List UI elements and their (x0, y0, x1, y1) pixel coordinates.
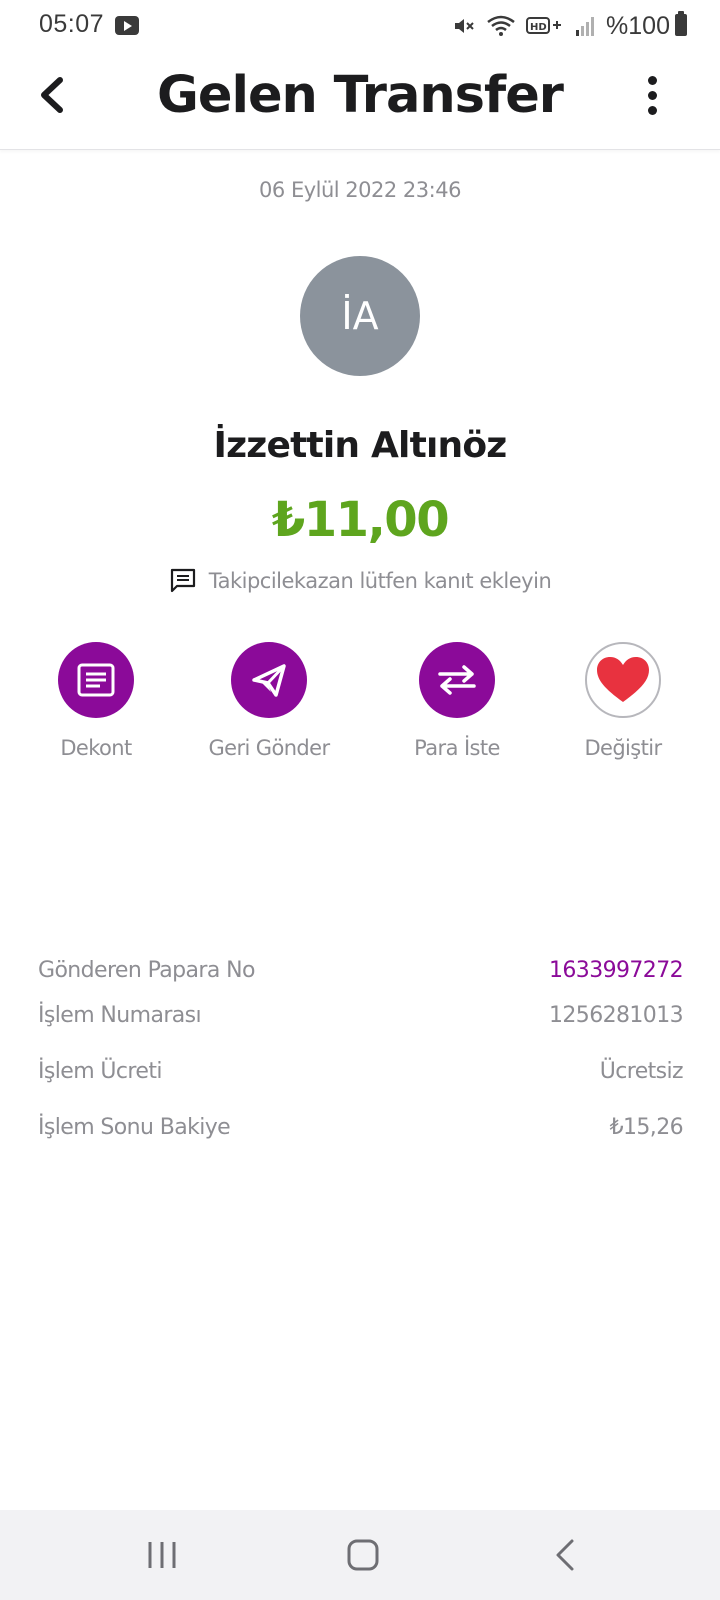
sender-name: İzzettin Altınöz (213, 425, 508, 466)
detail-row-fee: İşlem Ücreti Ücretsiz (38, 1046, 684, 1096)
battery-percent: %100 (606, 11, 670, 40)
receipt-icon (77, 663, 115, 697)
transaction-amount: ₺11,00 (271, 492, 450, 548)
send-icon (252, 664, 286, 697)
app-header: Gelen Transfer (0, 52, 720, 150)
system-back-button[interactable] (536, 1532, 596, 1578)
avatar: İA (300, 256, 420, 376)
request-money-button[interactable]: Para İste (377, 642, 537, 760)
favorite-button-label: Değiştir (584, 736, 662, 760)
more-dot (647, 106, 657, 115)
transaction-details: Gönderen Papara No 1633997272 İşlem Numa… (38, 950, 684, 1152)
message-icon (170, 568, 195, 593)
chevron-left-icon (556, 1539, 574, 1571)
signal-icon (576, 17, 595, 36)
receipt-button-label: Dekont (60, 736, 132, 760)
svg-text:HD: HD (530, 22, 547, 33)
wifi-icon (487, 15, 515, 36)
transaction-date: 06 Eylül 2022 23:46 (259, 178, 461, 202)
swap-arrows-icon (438, 665, 476, 695)
recent-apps-button[interactable] (132, 1532, 192, 1578)
receipt-button[interactable]: Dekont (16, 642, 176, 760)
send-back-button[interactable]: Geri Gönder (189, 642, 349, 760)
sender-account-number[interactable]: 1633997272 (549, 958, 684, 983)
page-title: Gelen Transfer (157, 66, 564, 125)
detail-label: İşlem Ücreti (38, 1058, 162, 1084)
post-transaction-balance: ₺15,26 (609, 1114, 684, 1140)
note-text: Takipcilekazan lütfen kanıt ekleyin (208, 569, 552, 593)
youtube-notification-icon (115, 16, 139, 35)
transaction-fee: Ücretsiz (599, 1058, 684, 1084)
request-money-button-circle[interactable] (419, 642, 495, 718)
home-icon (347, 1539, 379, 1571)
hd-volte-icon: HD (526, 17, 562, 34)
favorite-toggle-button[interactable]: Değiştir (543, 642, 703, 760)
detail-row-sender-no: Gönderen Papara No 1633997272 (38, 950, 684, 990)
action-bar: Dekont Geri Gönder Para İste Değiştir (0, 642, 720, 772)
home-button[interactable] (333, 1532, 393, 1578)
status-bar: 05:07 HD %100 (0, 0, 720, 52)
mute-icon (455, 19, 474, 33)
receipt-button-circle[interactable] (58, 642, 134, 718)
more-vertical-icon (647, 76, 657, 85)
heart-icon (597, 657, 649, 702)
request-money-button-label: Para İste (414, 736, 500, 760)
detail-label: İşlem Sonu Bakiye (38, 1114, 231, 1140)
detail-label: İşlem Numarası (38, 1002, 202, 1028)
transaction-number: 1256281013 (549, 1002, 684, 1028)
detail-row-balance: İşlem Sonu Bakiye ₺15,26 (38, 1102, 684, 1152)
detail-row-transaction-no: İşlem Numarası 1256281013 (38, 990, 684, 1040)
status-time: 05:07 (39, 10, 105, 38)
detail-label: Gönderen Papara No (38, 957, 255, 983)
send-back-button-label: Geri Gönder (208, 736, 330, 760)
system-navigation-bar (0, 1510, 720, 1600)
more-dot (647, 91, 657, 100)
battery-icon (675, 11, 687, 36)
send-back-button-circle[interactable] (231, 642, 307, 718)
transaction-note: Takipcilekazan lütfen kanıt ekleyin (0, 568, 720, 594)
favorite-button-circle[interactable] (585, 642, 661, 718)
recents-icon (148, 1542, 176, 1568)
status-icons: HD %100 (452, 10, 670, 42)
more-options-button[interactable] (642, 76, 662, 120)
